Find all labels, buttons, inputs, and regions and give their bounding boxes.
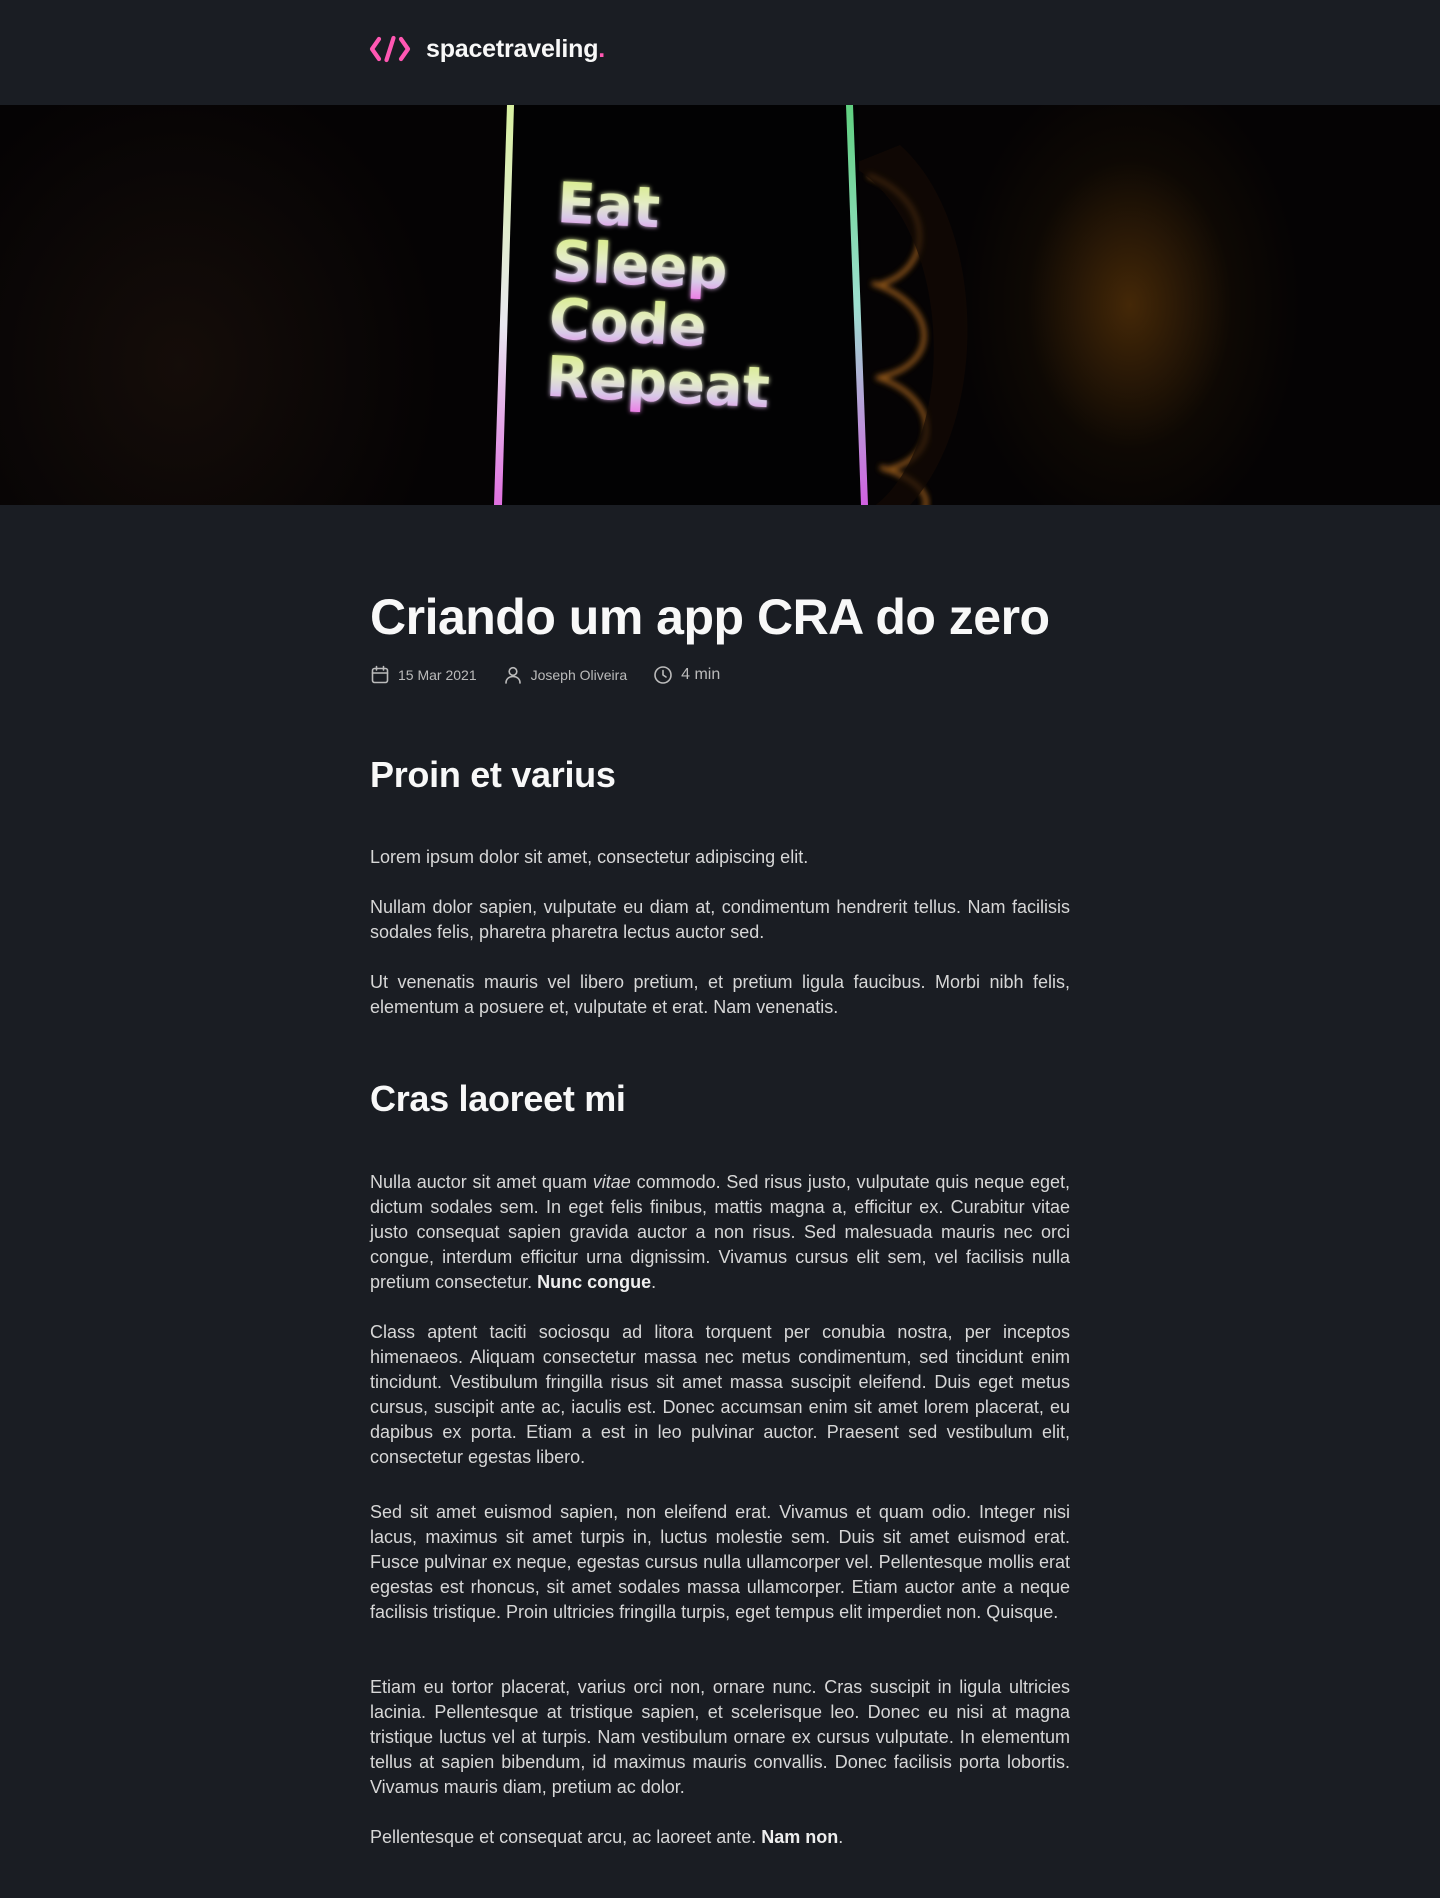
post-title: Criando um app CRA do zero	[370, 589, 1050, 645]
calendar-icon	[371, 665, 389, 684]
section-1-paragraph-3: Ut venenatis mauris vel libero pretium, …	[370, 972, 1070, 1017]
logo-text: spacetraveling	[426, 34, 599, 63]
user-icon	[504, 666, 521, 684]
post-meta: 15 Mar 2021 Joseph Oliveira 4 min	[370, 665, 746, 685]
post-banner-image: Eat Sleep Code Repeat	[0, 105, 1440, 505]
p1-end: .	[651, 1272, 657, 1292]
p5-end: .	[838, 1827, 844, 1847]
site-header: spacetraveling.	[0, 0, 1440, 105]
section-2-paragraph-5: Pellentesque et consequat arcu, ac laore…	[370, 1825, 1070, 1850]
home-logo-link[interactable]: spacetraveling.	[369, 34, 605, 64]
section-heading-1: Proin et varius	[370, 754, 616, 795]
section-1-paragraph-1: Lorem ipsum dolor sit amet, consectetur …	[370, 847, 809, 867]
clock-icon	[654, 666, 672, 684]
section-heading-2: Cras laoreet mi	[370, 1078, 626, 1119]
section-1-paragraph-2: Nullam dolor sapien, vulputate eu diam a…	[370, 897, 1070, 942]
banner-illustration: Eat Sleep Code Repeat	[494, 105, 968, 505]
p1-bold: Nunc congue	[537, 1272, 652, 1292]
p1-emphasis: vitae	[592, 1172, 631, 1192]
post-author-text: Joseph Oliveira	[530, 667, 628, 683]
section-2-paragraph-1: Nulla auctor sit amet quam vitae commodo…	[370, 1170, 1070, 1295]
p1-pre: Nulla auctor sit amet quam	[370, 1172, 593, 1192]
post-date: 15 Mar 2021	[370, 665, 477, 685]
p5-pre: Pellentesque et consequat arcu, ac laore…	[370, 1827, 762, 1847]
logo-dot: .	[598, 34, 606, 63]
section-2-paragraph-4: Etiam eu tortor placerat, varius orci no…	[370, 1677, 1070, 1797]
post-reading-time: 4 min	[653, 665, 720, 685]
post-author: Joseph Oliveira	[503, 665, 628, 685]
code-brackets-icon	[369, 35, 411, 63]
post-date-text: 15 Mar 2021	[398, 667, 477, 683]
banner-line-4: Repeat	[544, 345, 771, 422]
post-reading-time-text: 4 min	[681, 666, 721, 683]
p5-bold: Nam non	[761, 1827, 839, 1847]
section-2-paragraph-2: Class aptent taciti sociosqu ad litora t…	[370, 1322, 1070, 1467]
section-2-paragraph-3: Sed sit amet euismod sapien, non eleifen…	[370, 1502, 1070, 1622]
